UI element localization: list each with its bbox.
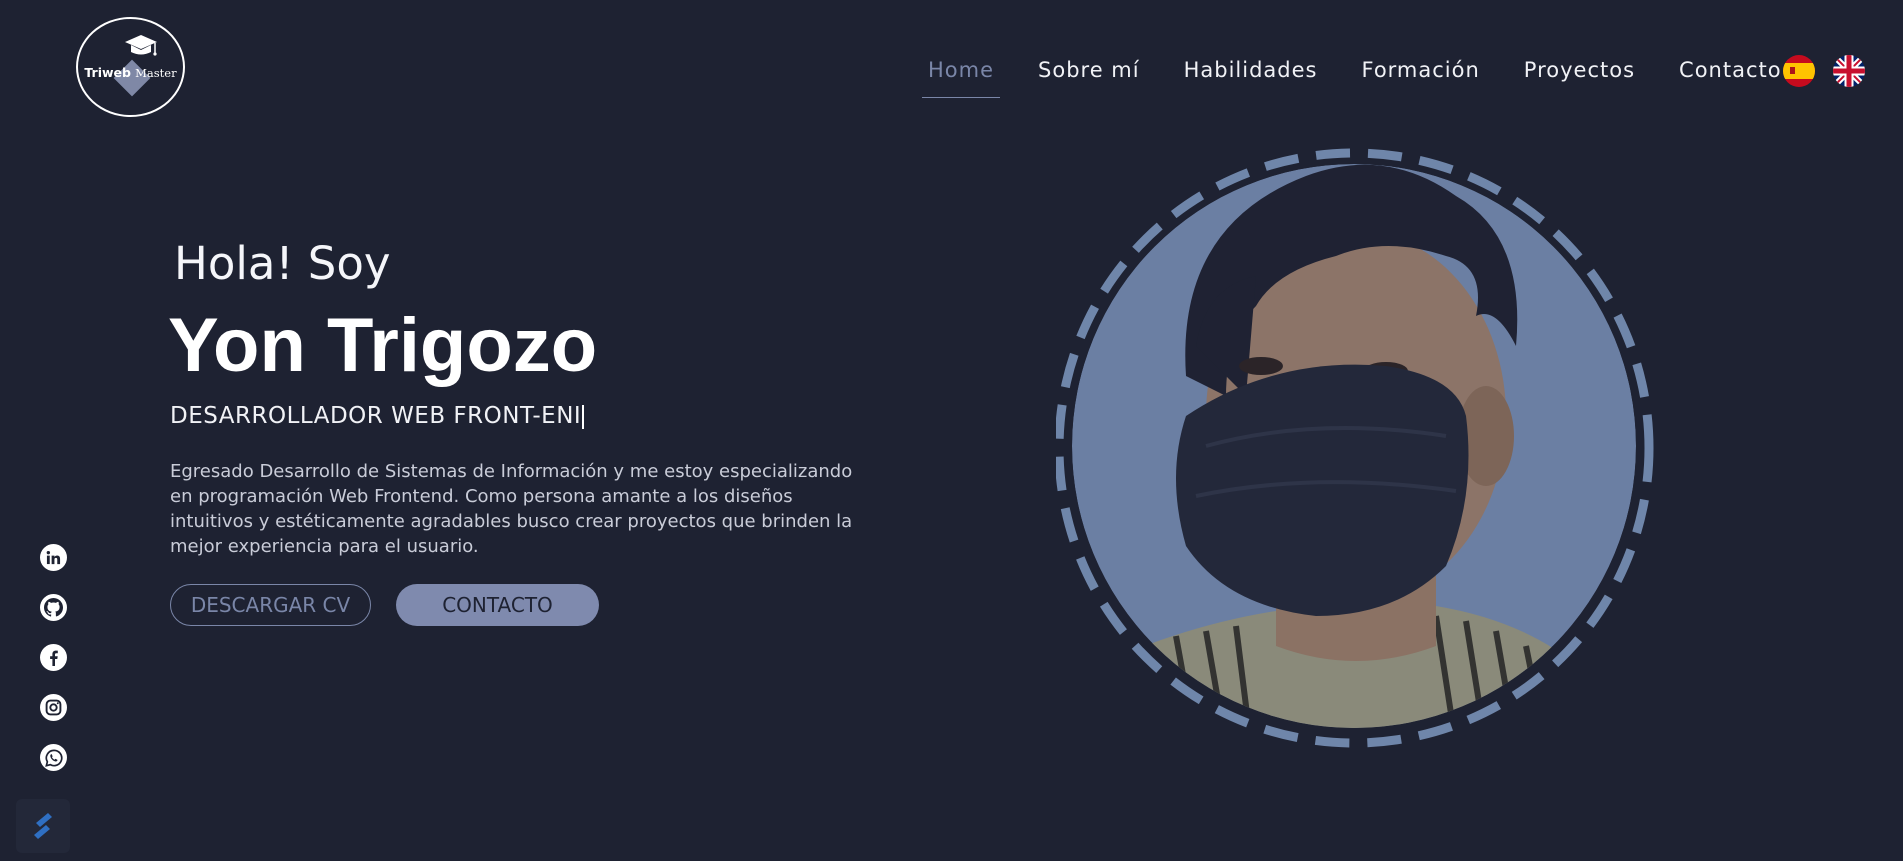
nav-item-home[interactable]: Home — [922, 58, 1001, 98]
hero-name: Yon Trigozo — [168, 303, 598, 388]
contact-button[interactable]: CONTACTO — [396, 584, 599, 626]
page: Triweb Master Home Sobre mí Habilidades … — [0, 0, 1903, 861]
whatsapp-icon[interactable] — [40, 744, 67, 771]
spanish-flag-icon[interactable] — [1783, 55, 1815, 87]
hero-greeting: Hola! Soy — [174, 237, 391, 290]
corner-widget[interactable] — [16, 799, 70, 853]
logo-text-master: Master — [135, 66, 177, 80]
nav-item-projects[interactable]: Proyectos — [1518, 58, 1641, 82]
hero-role-text: DESARROLLADOR WEB FRONT-ENI — [170, 403, 582, 429]
download-cv-button[interactable]: DESCARGAR CV — [170, 584, 371, 626]
typing-caret — [582, 404, 585, 429]
social-links — [40, 544, 67, 771]
instagram-icon[interactable] — [40, 694, 67, 721]
uk-flag-icon[interactable] — [1833, 55, 1865, 87]
nav-item-contact[interactable]: Contacto — [1673, 58, 1788, 82]
language-switcher — [1783, 55, 1865, 87]
facebook-icon[interactable] — [40, 644, 67, 671]
hero-role: DESARROLLADOR WEB FRONT-ENI — [170, 403, 585, 429]
nav-item-about[interactable]: Sobre mí — [1032, 58, 1146, 82]
slash-logo-icon — [34, 813, 52, 839]
main-nav: Home Sobre mí Habilidades Formación Proy… — [922, 58, 1820, 98]
nav-item-education[interactable]: Formación — [1355, 58, 1485, 82]
linkedin-icon[interactable] — [40, 544, 67, 571]
hero-description: Egresado Desarrollo de Sistemas de Infor… — [170, 461, 853, 557]
github-icon[interactable] — [40, 594, 67, 621]
graduation-cap-icon — [125, 35, 157, 56]
logo-text-triweb: Triweb — [84, 65, 131, 80]
site-logo[interactable]: Triweb Master — [76, 17, 185, 117]
profile-portrait — [1054, 146, 1660, 750]
logo-text: Triweb Master — [78, 65, 183, 81]
nav-item-skills[interactable]: Habilidades — [1178, 58, 1324, 82]
